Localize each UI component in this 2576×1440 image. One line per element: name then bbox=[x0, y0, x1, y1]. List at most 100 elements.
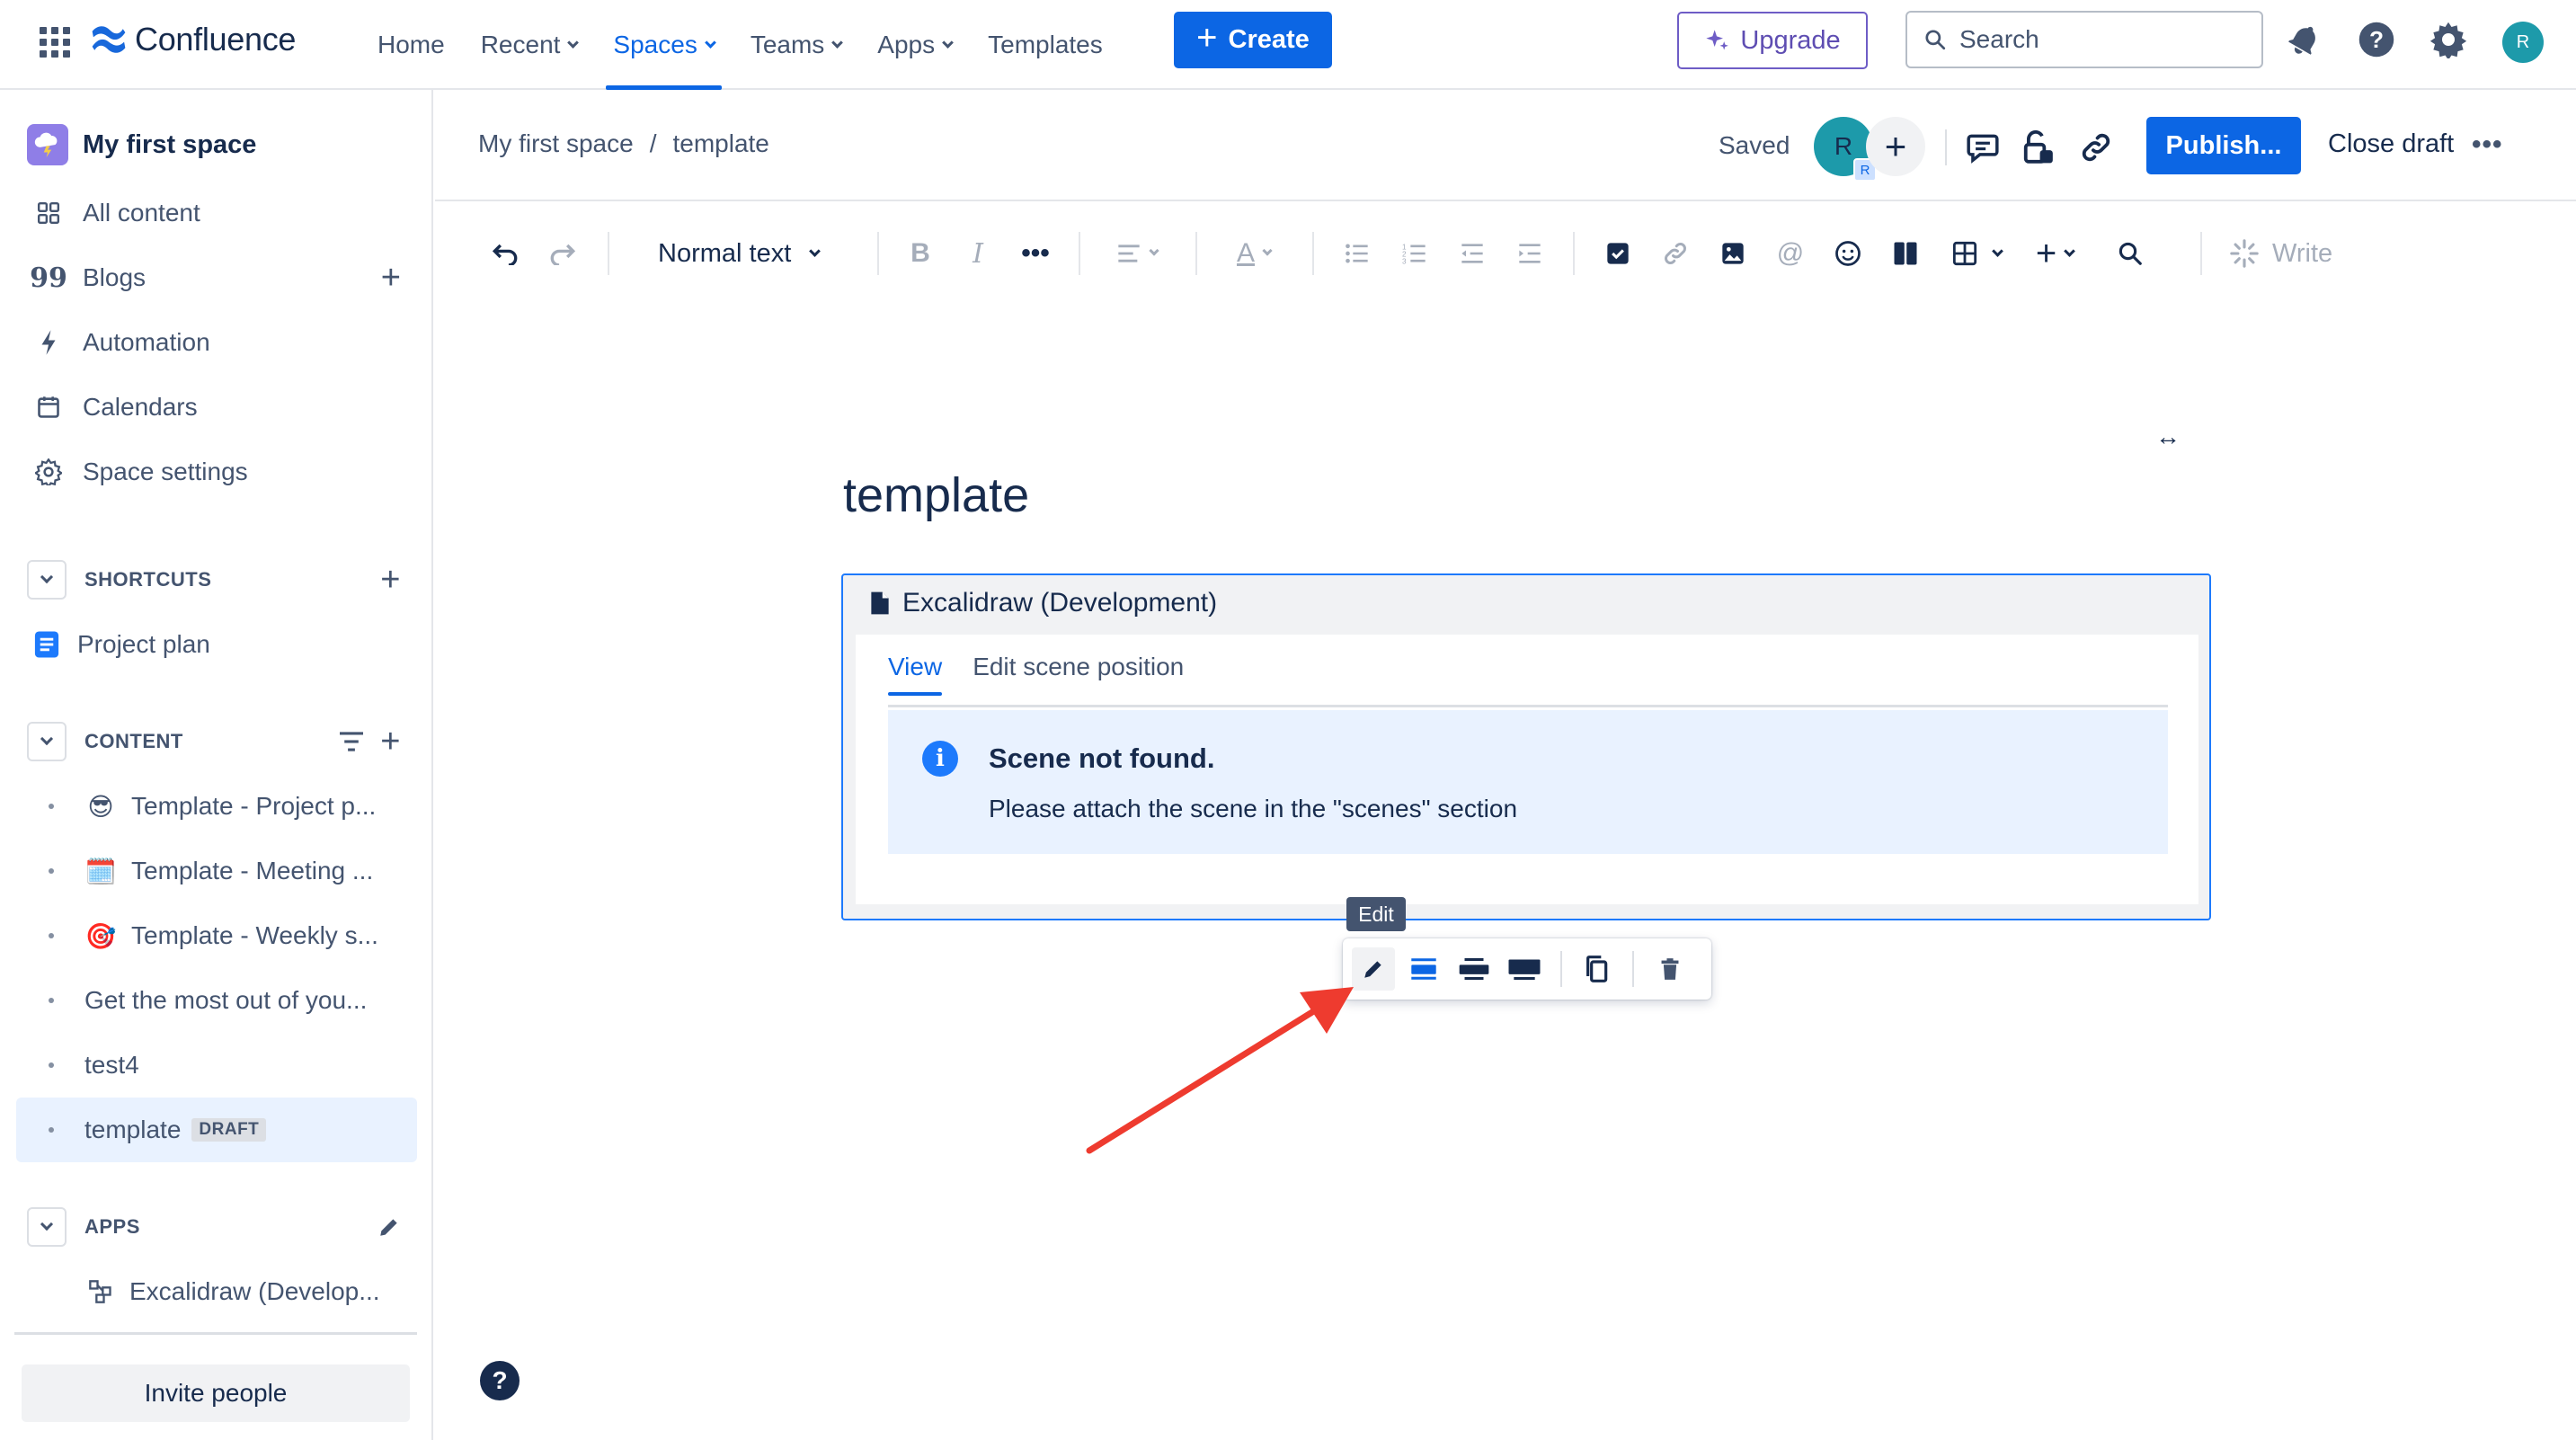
tree-item[interactable]: 😎 Template - Project p... bbox=[16, 778, 417, 835]
tree-item[interactable]: 🗓️ Template - Meeting ... bbox=[16, 842, 417, 900]
layout-full-width-button[interactable] bbox=[1503, 947, 1546, 991]
add-shortcut-plus-icon[interactable]: + bbox=[380, 563, 401, 597]
image-icon[interactable] bbox=[1713, 234, 1753, 273]
chevron-down-icon bbox=[704, 36, 716, 49]
add-content-plus-icon[interactable]: + bbox=[380, 724, 401, 759]
nav-recent[interactable]: Recent bbox=[463, 0, 596, 90]
space-header[interactable]: My first space bbox=[16, 117, 417, 173]
layout-wide-button[interactable] bbox=[1452, 947, 1496, 991]
create-button[interactable]: + Create bbox=[1174, 12, 1332, 68]
emoji-icon[interactable] bbox=[1828, 234, 1868, 273]
close-draft-button[interactable]: Close draft bbox=[2328, 129, 2454, 159]
tab-view[interactable]: View bbox=[888, 653, 943, 696]
tree-item[interactable]: test4 bbox=[16, 1036, 417, 1094]
bold-icon[interactable]: B bbox=[901, 234, 940, 273]
mention-icon[interactable]: @ bbox=[1771, 234, 1810, 273]
space-name: My first space bbox=[83, 129, 257, 159]
text-color-dropdown[interactable]: A bbox=[1222, 234, 1285, 273]
tab-edit-scene-position[interactable]: Edit scene position bbox=[973, 653, 1184, 692]
text-style-dropdown[interactable]: Normal text bbox=[658, 234, 856, 273]
unlock-icon[interactable] bbox=[2019, 128, 2058, 167]
insert-dropdown[interactable]: + bbox=[2019, 234, 2091, 273]
ai-write-button[interactable]: Write bbox=[2229, 234, 2355, 273]
breadcrumb-space[interactable]: My first space bbox=[478, 129, 634, 158]
nav-home[interactable]: Home bbox=[360, 0, 463, 90]
app-item-excalidraw[interactable]: Excalidraw (Develop... bbox=[16, 1263, 417, 1320]
nav-templates[interactable]: Templates bbox=[970, 0, 1121, 90]
main-nav: Home Recent Spaces Teams Apps Templates bbox=[360, 0, 1121, 90]
invite-collaborator-button[interactable]: + bbox=[1866, 117, 1925, 176]
sidebar-item-calendars[interactable]: Calendars bbox=[16, 379, 417, 435]
filter-icon[interactable] bbox=[337, 730, 366, 753]
table-dropdown[interactable] bbox=[1936, 234, 2017, 273]
notifications-icon[interactable] bbox=[2283, 18, 2326, 61]
tree-item[interactable]: Get the most out of you... bbox=[16, 972, 417, 1029]
nav-home-label: Home bbox=[378, 31, 445, 58]
layouts-icon[interactable] bbox=[1886, 234, 1925, 273]
text-color-icon: A bbox=[1236, 238, 1255, 268]
link-icon[interactable] bbox=[1656, 234, 1695, 273]
page-width-toggle-icon[interactable]: ↔ bbox=[2155, 422, 2181, 451]
apps-toggle[interactable] bbox=[27, 1207, 67, 1247]
quote-icon: 99 bbox=[30, 262, 67, 294]
shortcut-project-plan[interactable]: Project plan bbox=[16, 617, 417, 672]
search-input[interactable]: Search bbox=[1905, 11, 2263, 68]
comment-icon[interactable] bbox=[1963, 128, 2003, 167]
redo-icon[interactable] bbox=[543, 234, 582, 273]
find-replace-icon[interactable] bbox=[2110, 234, 2150, 273]
editor-toolbar: Normal text B I ••• A 123 @ + Write bbox=[435, 201, 2576, 300]
calendar-emoji-icon: 🗓️ bbox=[84, 857, 117, 885]
help-icon[interactable]: ? bbox=[2355, 18, 2398, 61]
publish-button[interactable]: Publish... bbox=[2146, 117, 2301, 174]
calendar-icon bbox=[32, 391, 65, 423]
bullet-list-icon[interactable] bbox=[1337, 234, 1377, 273]
shortcuts-toggle[interactable] bbox=[27, 560, 67, 600]
sidebar-item-all-content[interactable]: All content bbox=[16, 185, 417, 241]
page-title[interactable]: template bbox=[843, 467, 1029, 523]
align-dropdown[interactable] bbox=[1106, 234, 1168, 273]
chevron-down-icon bbox=[40, 570, 54, 584]
nav-apps[interactable]: Apps bbox=[859, 0, 970, 90]
gear-icon bbox=[32, 456, 65, 488]
content-toggle[interactable] bbox=[27, 722, 67, 761]
chevron-down-icon bbox=[567, 36, 580, 49]
sidebar-item-blogs[interactable]: 99 Blogs + bbox=[16, 250, 417, 306]
more-actions-button[interactable]: ••• bbox=[2472, 129, 2503, 160]
more-formatting-icon[interactable]: ••• bbox=[1016, 234, 1055, 273]
numbered-list-icon[interactable]: 123 bbox=[1395, 234, 1435, 273]
copy-button[interactable] bbox=[1575, 947, 1618, 991]
toolbar-divider bbox=[1632, 951, 1634, 987]
collaborator-avatar[interactable]: R R bbox=[1814, 117, 1877, 182]
confluence-logo[interactable]: Confluence bbox=[90, 16, 296, 63]
upgrade-label: Upgrade bbox=[1740, 25, 1841, 55]
add-blog-plus-icon[interactable]: + bbox=[381, 261, 401, 295]
macro-title-label: Excalidraw (Development) bbox=[902, 588, 1218, 618]
app-switcher-icon[interactable] bbox=[36, 23, 70, 58]
layout-center-button[interactable] bbox=[1402, 947, 1445, 991]
upgrade-button[interactable]: Upgrade bbox=[1677, 12, 1868, 69]
indent-icon[interactable] bbox=[1510, 234, 1550, 273]
nav-spaces[interactable]: Spaces bbox=[595, 0, 732, 90]
nav-teams[interactable]: Teams bbox=[733, 0, 859, 90]
edit-pencil-icon[interactable] bbox=[378, 1215, 401, 1239]
undo-icon[interactable] bbox=[485, 234, 525, 273]
delete-button[interactable] bbox=[1648, 947, 1692, 991]
settings-icon[interactable] bbox=[2427, 18, 2470, 61]
tree-bullet bbox=[49, 804, 54, 809]
help-icon[interactable]: ? bbox=[480, 1361, 520, 1400]
tree-item[interactable]: 🎯 Template - Weekly s... bbox=[16, 907, 417, 964]
italic-icon[interactable]: I bbox=[958, 234, 998, 273]
tree-item-selected[interactable]: template DRAFT bbox=[16, 1098, 417, 1162]
action-item-icon[interactable] bbox=[1598, 234, 1638, 273]
search-icon bbox=[1925, 30, 1946, 50]
breadcrumb-page[interactable]: template bbox=[672, 129, 768, 158]
link-icon[interactable] bbox=[2076, 128, 2116, 167]
user-avatar[interactable]: R bbox=[2502, 22, 2544, 63]
shortcuts-section-header: SHORTCUTS + bbox=[27, 558, 417, 601]
excalidraw-macro[interactable]: Excalidraw (Development) View Edit scene… bbox=[841, 573, 2211, 920]
invite-people-button[interactable]: Invite people bbox=[22, 1364, 410, 1422]
sidebar-item-automation[interactable]: Automation bbox=[16, 315, 417, 370]
sidebar-item-space-settings[interactable]: Space settings bbox=[16, 444, 417, 500]
outdent-icon[interactable] bbox=[1452, 234, 1492, 273]
apps-section-header: APPS bbox=[27, 1205, 417, 1249]
